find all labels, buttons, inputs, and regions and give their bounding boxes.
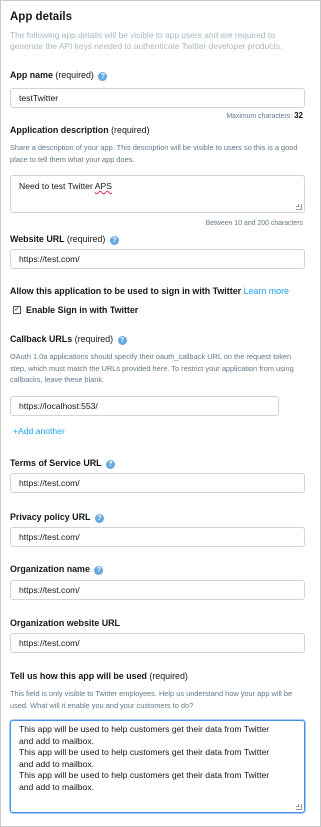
max-characters-hint: Maximum characters: 32 [226,111,303,120]
required-marker: (required) [66,234,106,244]
enable-signin-checkbox[interactable]: ✓ [13,306,21,314]
app-name-value: testTwitter [19,93,59,103]
tos-url-input[interactable]: https://test.com/ [10,473,305,493]
app-description-textarea[interactable]: Need to test Twitter APS [10,175,305,213]
usage-label-text: Tell us how this app will be used [10,671,147,681]
privacy-url-value: https://test.com/ [19,532,80,542]
usage-line: This app will be used to help customers … [19,724,270,734]
tos-url-label: Terms of Service URL ? [10,458,115,469]
org-name-value: https://test.com/ [19,585,80,595]
callback-urls-label-text: Callback URLs [10,334,73,344]
enable-signin-label[interactable]: Enable Sign in with Twitter [26,305,138,315]
privacy-url-label-text: Privacy policy URL [10,512,91,522]
signin-label-text: Allow this application to be used to sig… [10,286,242,296]
app-details-form: App details The following app details wi… [0,0,321,827]
learn-more-link[interactable]: Learn more [244,286,289,296]
app-description-help: Share a description of your app. This de… [10,143,298,164]
org-website-value: https://test.com/ [19,638,80,648]
usage-line: and add to mailbox. [19,781,95,792]
add-another-link[interactable]: +Add another [13,426,65,436]
usage-line: This app will be used to help customers … [19,770,270,780]
checkmark-icon: ✓ [14,306,20,313]
required-marker: (required) [74,334,114,344]
app-name-label-text: App name [10,70,53,80]
org-name-label-text: Organization name [10,564,90,574]
required-marker: (required) [149,671,188,681]
website-url-value: https://test.com/ [19,254,80,264]
org-website-input[interactable]: https://test.com/ [10,633,305,653]
resize-grip-icon[interactable] [296,804,302,810]
help-icon[interactable]: ? [94,514,104,523]
misspelled-word: APS [94,181,112,191]
section-title: App details [10,11,72,23]
help-icon[interactable]: ? [109,236,119,245]
resize-grip-icon[interactable] [296,204,302,210]
help-icon[interactable]: ? [94,566,104,575]
usage-line: and add to mailbox. [19,735,95,746]
website-url-input[interactable]: https://test.com/ [10,249,305,269]
app-description-label-text: Application description [10,125,109,135]
signin-label: Allow this application to be used to sig… [10,286,289,296]
app-name-input[interactable]: testTwitter [10,88,305,108]
usage-textarea[interactable]: This app will be used to help customers … [10,720,305,813]
usage-help: This field is only visible to Twitter em… [10,689,293,710]
org-name-label: Organization name ? [10,564,104,575]
org-name-input[interactable]: https://test.com/ [10,580,305,600]
org-website-label: Organization website URL [10,618,120,628]
max-characters-value: 32 [294,111,303,120]
section-intro: The following app details will be visibl… [10,30,283,51]
required-marker: (required) [55,70,94,80]
help-icon[interactable]: ? [98,72,108,81]
website-url-label-text: Website URL [10,234,65,244]
privacy-url-label: Privacy policy URL ? [10,512,104,523]
app-description-value: Need to test Twitter [19,181,95,191]
usage-line: and add to mailbox. [19,758,95,769]
max-characters-label: Maximum characters: [226,113,293,120]
callback-url-value: https://localhost:553/ [19,401,98,411]
tos-url-label-text: Terms of Service URL [10,458,102,468]
help-icon[interactable]: ? [117,336,127,345]
help-icon[interactable]: ? [105,460,115,469]
tos-url-value: https://test.com/ [19,478,80,488]
app-description-label: Application description (required) [10,125,150,135]
required-marker: (required) [111,125,150,135]
callback-urls-help: OAuth 1.0a applications should specify t… [10,352,294,384]
callback-urls-label: Callback URLs (required) ? [10,334,127,345]
callback-url-input[interactable]: https://localhost:553/ [10,396,279,416]
usage-label: Tell us how this app will be used (requi… [10,671,188,681]
privacy-url-input[interactable]: https://test.com/ [10,527,305,547]
app-name-label: App name (required) ? [10,70,108,81]
usage-line: This app will be used to help customers … [19,747,270,757]
description-length-hint: Between 10 and 200 characters [205,220,303,227]
website-url-label: Website URL (required) ? [10,234,119,245]
